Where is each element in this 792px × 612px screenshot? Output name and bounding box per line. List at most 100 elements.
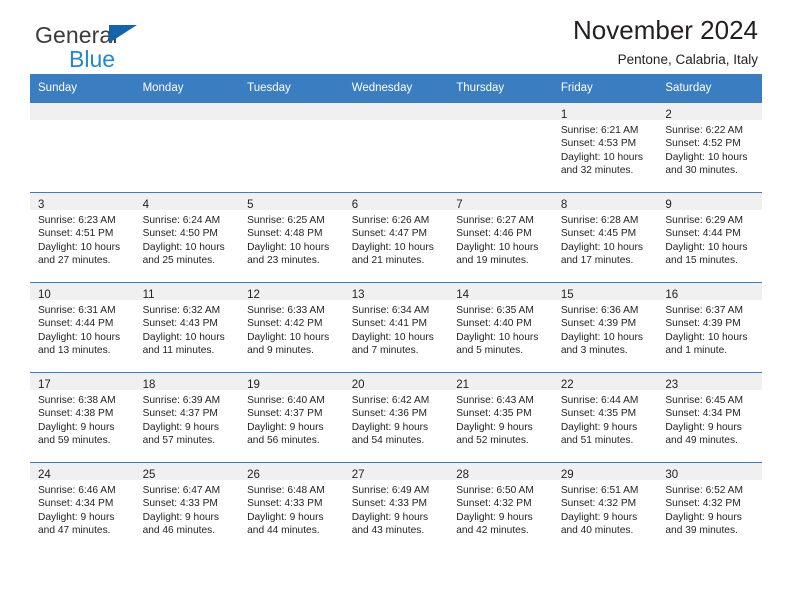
calendar-day-cell-empty	[239, 102, 344, 193]
daylight-text: Daylight: 10 hours and 11 minutes.	[142, 331, 225, 356]
daylight-text: Daylight: 9 hours and 59 minutes.	[38, 421, 115, 446]
day-number-band: 16	[657, 283, 762, 301]
sunrise-text: Sunrise: 6:25 AM	[247, 215, 325, 226]
calendar-day-cell[interactable]: 27 Sunrise: 6:49 AM Sunset: 4:33 PM Dayligh…	[343, 462, 449, 553]
day-number: 16	[665, 289, 679, 301]
sunrise-text: Sunrise: 6:29 AM	[665, 215, 743, 226]
sunset-text: Sunset: 4:44 PM	[38, 318, 114, 330]
calendar-day-cell[interactable]: 17 Sunrise: 6:38 AM Sunset: 4:38 PM Dayligh…	[30, 372, 135, 463]
calendar-day-cell[interactable]: 21 Sunrise: 6:43 AM Sunset: 4:35 PM Dayligh…	[448, 372, 553, 463]
weekday-header-row: Sunday Monday Tuesday Wednesday Thursday…	[30, 74, 762, 103]
calendar-week-row: 10 Sunrise: 6:31 AM Sunset: 4:44 PM Dayligh…	[30, 282, 762, 373]
calendar-day-cell[interactable]: 25 Sunrise: 6:47 AM Sunset: 4:33 PM Dayligh…	[134, 462, 240, 553]
calendar-day-cell[interactable]: 8 Sunrise: 6:28 AM Sunset: 4:45 PM Daylight…	[552, 192, 658, 283]
sunrise-text: Sunrise: 6:45 AM	[665, 395, 743, 406]
day-details: Sunrise: 6:45 AM Sunset: 4:34 PM Daylight:…	[657, 390, 762, 447]
sunset-text: Sunset: 4:32 PM	[665, 498, 741, 510]
daylight-text: Daylight: 10 hours and 23 minutes.	[247, 241, 330, 266]
sunrise-text: Sunrise: 6:50 AM	[456, 485, 534, 496]
calendar-week-row: 24 Sunrise: 6:46 AM Sunset: 4:34 PM Dayligh…	[30, 462, 762, 553]
daylight-text: Daylight: 9 hours and 42 minutes.	[456, 511, 533, 536]
day-number: 24	[38, 469, 51, 481]
calendar-day-cell[interactable]: 12 Sunrise: 6:33 AM Sunset: 4:42 PM Dayligh…	[239, 282, 344, 373]
day-details: Sunrise: 6:32 AM Sunset: 4:43 PM Daylight:…	[135, 300, 240, 357]
calendar-day-cell[interactable]: 18 Sunrise: 6:39 AM Sunset: 4:37 PM Dayligh…	[134, 372, 240, 463]
calendar-day-cell[interactable]: 7 Sunrise: 6:27 AM Sunset: 4:46 PM Daylight…	[448, 192, 553, 283]
calendar-day-cell[interactable]: 24 Sunrise: 6:46 AM Sunset: 4:34 PM Dayligh…	[30, 462, 135, 553]
logo-text-blue: Blue	[69, 46, 116, 72]
calendar-day-cell[interactable]: 26 Sunrise: 6:48 AM Sunset: 4:33 PM Dayligh…	[239, 462, 344, 553]
day-number-band	[239, 103, 344, 120]
calendar-day-cell[interactable]: 2 Sunrise: 6:22 AM Sunset: 4:52 PM Daylight…	[657, 102, 762, 193]
sunrise-text: Sunrise: 6:28 AM	[560, 215, 639, 226]
calendar-day-cell[interactable]: 6 Sunrise: 6:26 AM Sunset: 4:47 PM Daylight…	[343, 192, 449, 283]
day-number-band: 27	[343, 463, 449, 481]
weekday-header-sunday: Sunday	[30, 74, 135, 103]
calendar-day-cell[interactable]: 29 Sunrise: 6:51 AM Sunset: 4:32 PM Dayligh…	[552, 462, 658, 553]
day-details: Sunrise: 6:24 AM Sunset: 4:50 PM Daylight:…	[135, 210, 240, 267]
day-number-band: 14	[448, 283, 553, 301]
day-number-band: 10	[30, 283, 135, 301]
day-number-band: 25	[134, 463, 240, 481]
calendar-page: General Blue November 2024 Pentone, Cala…	[0, 0, 792, 612]
day-number-band	[30, 103, 135, 120]
calendar-day-cell[interactable]: 5 Sunrise: 6:25 AM Sunset: 4:48 PM Daylight…	[239, 192, 344, 283]
day-number: 4	[142, 199, 149, 211]
calendar-week-row: 3 Sunrise: 6:23 AM Sunset: 4:51 PM Daylight…	[30, 192, 762, 283]
day-number: 14	[456, 289, 470, 301]
calendar-day-cell-empty	[30, 102, 135, 193]
calendar-day-cell[interactable]: 19 Sunrise: 6:40 AM Sunset: 4:37 PM Dayligh…	[239, 372, 344, 463]
calendar-day-cell[interactable]: 10 Sunrise: 6:31 AM Sunset: 4:44 PM Dayligh…	[30, 282, 135, 373]
sunset-text: Sunset: 4:47 PM	[351, 228, 428, 240]
calendar-day-cell[interactable]: 4 Sunrise: 6:24 AM Sunset: 4:50 PM Daylight…	[134, 192, 240, 283]
calendar-day-cell[interactable]: 30 Sunrise: 6:52 AM Sunset: 4:32 PM Dayligh…	[657, 462, 762, 553]
daylight-text: Daylight: 10 hours and 5 minutes.	[456, 331, 539, 356]
day-number-band: 23	[657, 373, 762, 391]
sunrise-text: Sunrise: 6:39 AM	[142, 395, 221, 406]
sunset-text: Sunset: 4:33 PM	[351, 498, 428, 510]
daylight-text: Daylight: 10 hours and 27 minutes.	[38, 241, 121, 266]
sunset-text: Sunset: 4:39 PM	[665, 318, 741, 330]
day-number-band: 9	[657, 193, 762, 211]
sunset-text: Sunset: 4:34 PM	[665, 408, 741, 420]
sunset-text: Sunset: 4:53 PM	[560, 138, 637, 150]
calendar-day-cell[interactable]: 28 Sunrise: 6:50 AM Sunset: 4:32 PM Dayligh…	[448, 462, 553, 553]
day-number: 22	[560, 379, 574, 391]
sunrise-text: Sunrise: 6:37 AM	[665, 305, 743, 316]
calendar-day-cell[interactable]: 22 Sunrise: 6:44 AM Sunset: 4:35 PM Dayligh…	[552, 372, 658, 463]
day-number-band: 29	[552, 463, 658, 481]
daylight-text: Daylight: 9 hours and 47 minutes.	[38, 511, 115, 536]
calendar-day-cell[interactable]: 9 Sunrise: 6:29 AM Sunset: 4:44 PM Daylight…	[657, 192, 762, 283]
day-details: Sunrise: 6:35 AM Sunset: 4:40 PM Daylight:…	[448, 300, 553, 357]
calendar-day-cell[interactable]: 14 Sunrise: 6:35 AM Sunset: 4:40 PM Dayligh…	[448, 282, 553, 373]
general-blue-logo[interactable]: General Blue	[35, 24, 137, 72]
sunset-text: Sunset: 4:35 PM	[456, 408, 532, 420]
calendar-day-cell[interactable]: 13 Sunrise: 6:34 AM Sunset: 4:41 PM Dayligh…	[343, 282, 449, 373]
day-number: 3	[38, 199, 45, 211]
calendar-day-cell[interactable]: 16 Sunrise: 6:37 AM Sunset: 4:39 PM Dayligh…	[657, 282, 762, 373]
sunrise-text: Sunrise: 6:44 AM	[560, 395, 639, 406]
day-number: 10	[38, 289, 51, 301]
day-details: Sunrise: 6:31 AM Sunset: 4:44 PM Daylight:…	[30, 300, 135, 357]
daylight-text: Daylight: 9 hours and 54 minutes.	[351, 421, 429, 446]
calendar-day-cell[interactable]: 3 Sunrise: 6:23 AM Sunset: 4:51 PM Daylight…	[30, 192, 135, 283]
sunset-text: Sunset: 4:37 PM	[247, 408, 323, 420]
calendar-day-cell[interactable]: 1 Sunrise: 6:21 AM Sunset: 4:53 PM Daylight…	[552, 102, 658, 193]
daylight-text: Daylight: 10 hours and 15 minutes.	[665, 241, 748, 266]
calendar-day-cell[interactable]: 20 Sunrise: 6:42 AM Sunset: 4:36 PM Dayligh…	[343, 372, 449, 463]
sunset-text: Sunset: 4:37 PM	[142, 408, 218, 420]
page-subtitle-location: Pentone, Calabria, Italy	[617, 51, 758, 67]
day-number: 12	[247, 289, 260, 301]
day-number: 23	[665, 379, 679, 391]
sunrise-text: Sunrise: 6:36 AM	[560, 305, 639, 316]
calendar-day-cell[interactable]: 23 Sunrise: 6:45 AM Sunset: 4:34 PM Dayligh…	[657, 372, 762, 463]
daylight-text: Daylight: 9 hours and 46 minutes.	[142, 511, 220, 536]
sunrise-text: Sunrise: 6:26 AM	[351, 215, 430, 226]
daylight-text: Daylight: 10 hours and 1 minute.	[665, 331, 748, 356]
day-number: 2	[665, 109, 672, 121]
sunset-text: Sunset: 4:34 PM	[38, 498, 114, 510]
calendar-day-cell[interactable]: 15 Sunrise: 6:36 AM Sunset: 4:39 PM Dayligh…	[552, 282, 658, 373]
calendar-day-cell[interactable]: 11 Sunrise: 6:32 AM Sunset: 4:43 PM Dayligh…	[134, 282, 240, 373]
sunset-text: Sunset: 4:38 PM	[38, 408, 114, 420]
day-number-band: 1	[552, 103, 658, 121]
